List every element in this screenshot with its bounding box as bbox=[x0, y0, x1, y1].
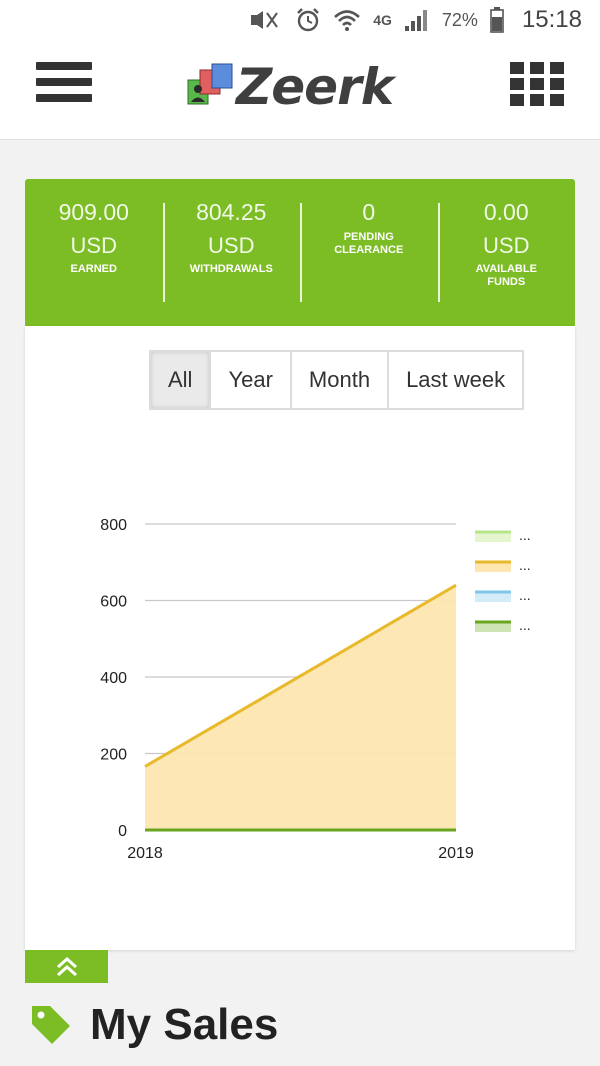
period-filter: All Year Month Last week bbox=[149, 350, 525, 410]
x-tick-label: 2019 bbox=[438, 845, 474, 862]
series-area bbox=[145, 585, 456, 830]
logo-people-icon bbox=[187, 63, 233, 105]
stat-amount: 804.25 bbox=[196, 199, 267, 225]
stat-amount: 909.00 bbox=[58, 199, 129, 225]
stat-currency: USD bbox=[483, 233, 530, 258]
network-label: 4G bbox=[373, 12, 392, 28]
legend-label: ... bbox=[519, 557, 531, 573]
y-tick-label: 0 bbox=[118, 823, 127, 840]
stat-amount: 0.00 bbox=[483, 199, 529, 225]
y-tick-label: 800 bbox=[100, 517, 127, 534]
stat-label: AVAILABLE FUNDS bbox=[475, 263, 537, 288]
legend-label: ... bbox=[519, 527, 531, 543]
filter-last-week[interactable]: Last week bbox=[387, 352, 523, 408]
stat-currency: USD bbox=[208, 233, 255, 258]
app-header: Zeerk bbox=[0, 40, 600, 140]
legend-label: ... bbox=[519, 587, 531, 603]
y-tick-label: 600 bbox=[100, 594, 127, 611]
y-tick-label: 200 bbox=[100, 747, 127, 764]
stat-available-funds: 0.00 USD AVAILABLE FUNDS bbox=[437, 199, 576, 302]
battery-icon bbox=[490, 7, 504, 33]
stat-withdrawals: 804.25 USD WITHDRAWALS bbox=[162, 199, 301, 302]
stat-label: WITHDRAWALS bbox=[189, 263, 273, 275]
clock: 15:18 bbox=[521, 6, 582, 33]
status-bar: 4G 72% 15:18 bbox=[0, 0, 600, 40]
stat-label: EARNED bbox=[70, 263, 117, 275]
battery-percent: 72% bbox=[441, 9, 478, 30]
sales-area-chart: 0 200 400 600 800 2018 2019............ bbox=[100, 517, 531, 862]
earnings-summary: 909.00 USD EARNED 804.25 USD WITHDRAWALS… bbox=[25, 179, 575, 326]
stat-earned: 909.00 USD EARNED bbox=[25, 199, 163, 302]
filter-month[interactable]: Month bbox=[289, 352, 388, 408]
filter-all[interactable]: All bbox=[151, 352, 210, 408]
sales-chart-card: 0 200 400 600 800 2018 2019............ All Ye… bbox=[25, 326, 575, 950]
filter-year[interactable]: Year bbox=[209, 352, 290, 408]
double-chevron-up-icon bbox=[56, 956, 77, 976]
x-tick-label: 2018 bbox=[127, 845, 163, 862]
legend-label: ... bbox=[519, 617, 531, 633]
stat-label: PENDING CLEARANCE bbox=[334, 231, 404, 256]
stat-currency: USD bbox=[70, 233, 117, 258]
my-sales-heading: My Sales bbox=[28, 1000, 278, 1050]
menu-icon[interactable] bbox=[36, 62, 92, 108]
wifi-icon bbox=[334, 10, 361, 31]
stat-pending-clearance: 0 PENDING CLEARANCE bbox=[300, 199, 438, 302]
logo-text: Zeerk bbox=[236, 58, 394, 116]
zeerk-logo[interactable]: Zeerk bbox=[186, 58, 416, 116]
tag-icon bbox=[32, 1006, 70, 1044]
collapse-button[interactable] bbox=[25, 950, 108, 983]
apps-grid-icon[interactable] bbox=[510, 62, 564, 108]
signal-icon bbox=[404, 10, 427, 31]
alarm-icon bbox=[297, 8, 320, 32]
section-title: My Sales bbox=[90, 1000, 279, 1049]
y-tick-label: 400 bbox=[100, 670, 127, 687]
mute-vibrate-icon bbox=[251, 11, 279, 29]
stat-amount: 0 bbox=[362, 199, 376, 225]
